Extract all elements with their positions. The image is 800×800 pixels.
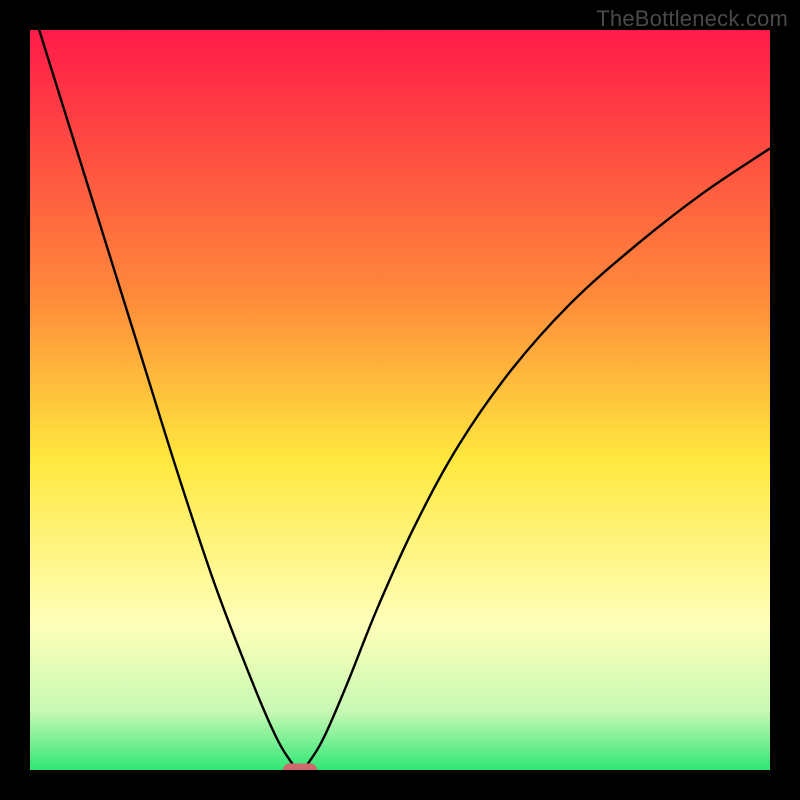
bottleneck-curve: [30, 30, 770, 770]
watermark-text: TheBottleneck.com: [596, 6, 788, 32]
optimum-marker: [283, 764, 317, 771]
plot-frame: [30, 30, 770, 770]
